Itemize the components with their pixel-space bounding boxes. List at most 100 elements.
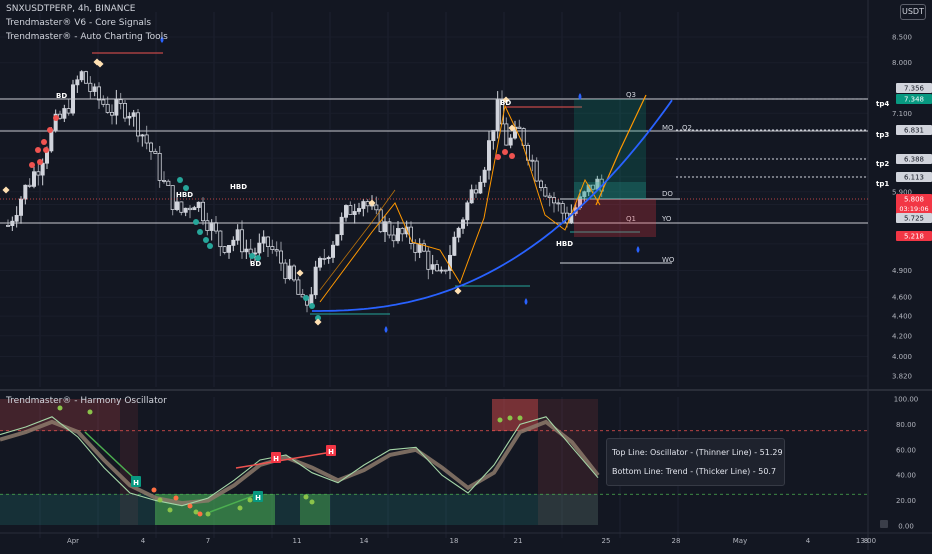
oscillator-signal-dot: [517, 415, 523, 421]
candle-body: [387, 221, 392, 236]
droplet-icon: [524, 298, 528, 305]
countdown-label: 03:19:06: [899, 205, 928, 213]
candle-body: [517, 126, 522, 129]
candle-body: [395, 228, 400, 242]
oscillator-signal-dot: [87, 409, 93, 415]
candle-body: [560, 203, 565, 214]
candle-body: [495, 99, 500, 131]
oscillator-signal-dot: [197, 511, 203, 517]
time-axis: Apr 4 7 11 14 18 21 25 28 May 4 813:00: [67, 537, 876, 545]
price-chart[interactable]: Q3MO Q2DOQ1 YOWOtp4tp3tp2tp1BDHBDHBDBDBDHB…: [0, 0, 932, 550]
candle-body: [486, 140, 491, 171]
candle-body: [135, 112, 140, 137]
candle-body: [257, 242, 262, 254]
scroll-to-end-icon[interactable]: [880, 520, 888, 528]
signal-label-hbd: HBD: [556, 240, 573, 248]
candle-body: [339, 216, 344, 236]
candle-body: [187, 207, 192, 211]
price-tick: 4.200: [892, 332, 912, 340]
candle-body: [265, 236, 270, 247]
candle-body: [62, 108, 67, 119]
candle-body: [326, 257, 331, 260]
candle-body: [504, 123, 509, 146]
level-label-q2: Q2: [682, 124, 692, 132]
bear-signal-dot: [53, 115, 59, 121]
candle-body: [205, 220, 210, 231]
price-tick: 8.000: [892, 59, 912, 67]
price-tag-label: 6.831: [904, 127, 924, 135]
level-label-wo: WO: [662, 256, 675, 264]
bull-signal-dot: [197, 229, 203, 235]
candle-body: [348, 205, 353, 215]
candle-body: [105, 103, 110, 113]
time-tick: 21: [514, 537, 523, 545]
bear-signal-dot: [502, 149, 508, 155]
candle-body: [192, 207, 197, 211]
time-tick: 4: [806, 537, 811, 545]
indicator-auto-charting[interactable]: Trendmaster® - Auto Charting Tools: [6, 31, 168, 43]
signal-label-bd: BD: [500, 99, 511, 107]
oscillator-tick: 100.00: [894, 396, 919, 404]
candle-body: [161, 180, 166, 182]
oscillator-tooltip: Top Line: Oscillator - (Thinner Line) - …: [606, 438, 785, 486]
oscillator-signal-dot: [57, 405, 63, 411]
candle-body: [239, 229, 244, 253]
tooltip-oscillator-line: Top Line: Oscillator - (Thinner Line) - …: [612, 448, 783, 457]
bear-signal-dot: [29, 162, 35, 168]
candle-body: [222, 246, 227, 253]
candle-body: [400, 228, 405, 235]
droplet-icon: [636, 246, 640, 253]
target-label-tp2: tp2: [876, 160, 889, 168]
target-label-tp4: tp4: [876, 100, 889, 108]
candle-body: [66, 108, 71, 114]
price-tag-label: 5.808: [904, 196, 924, 204]
candle-body: [352, 211, 357, 215]
oversold-zone: [0, 494, 598, 525]
signal-label-hbd: HBD: [176, 191, 193, 199]
oscillator-title[interactable]: Trendmaster® - Harmony Oscillator: [6, 396, 167, 406]
level-label-do: DO: [662, 190, 673, 198]
oscillator-tick: 20.00: [896, 497, 916, 505]
time-tick: 4: [141, 537, 146, 545]
price-tick: 4.400: [892, 313, 912, 321]
candle-body: [365, 201, 370, 207]
candle-body: [469, 189, 474, 204]
candle-body: [127, 115, 132, 119]
currency-button[interactable]: USDT: [900, 4, 926, 20]
signal-label-hbd: HBD: [230, 183, 247, 191]
oscillator-tick: 40.00: [896, 472, 916, 480]
candle-body: [27, 184, 32, 187]
candle-body: [32, 171, 37, 187]
time-tick: 11: [293, 537, 302, 545]
tooltip-trend-line: Bottom Line: Trend - (Thicker Line) - 50…: [612, 467, 777, 476]
bull-signal-dot: [193, 219, 199, 225]
time-tick: 25: [602, 537, 611, 545]
bear-signal-dot: [35, 147, 41, 153]
candle-body: [23, 184, 28, 200]
oscillator-signal-dot: [309, 499, 315, 505]
candle-body: [539, 180, 544, 188]
indicator-core-signals[interactable]: Trendmaster® V6 - Core Signals: [6, 17, 151, 29]
candle-body: [88, 82, 93, 92]
oscillator-tick: 60.00: [896, 446, 916, 454]
candle-body: [552, 197, 557, 204]
candle-body: [200, 201, 205, 222]
oscillator-signal-dot: [151, 487, 157, 493]
price-tick: 4.000: [892, 353, 912, 361]
candle-body: [79, 71, 84, 81]
candle-body: [456, 227, 461, 238]
candle-body: [18, 198, 23, 216]
price-tick: 8.500: [892, 34, 912, 42]
candle-body: [417, 243, 422, 253]
candle-body: [530, 159, 535, 162]
candle-body: [166, 180, 171, 187]
bull-signal-dot: [177, 177, 183, 183]
candle-body: [473, 189, 478, 194]
bull-signal-dot: [203, 237, 209, 243]
chart-stage[interactable]: Q3 MO Q2 DO Q1 YO WO tp4 tp3 tp2 tp1 BD HBD HBD BD BD HB…: [0, 0, 932, 550]
candle-body: [313, 266, 318, 296]
candle-body: [118, 99, 123, 104]
time-tick: 7: [206, 537, 210, 545]
candle-body: [174, 201, 179, 210]
candle-body: [478, 181, 483, 194]
